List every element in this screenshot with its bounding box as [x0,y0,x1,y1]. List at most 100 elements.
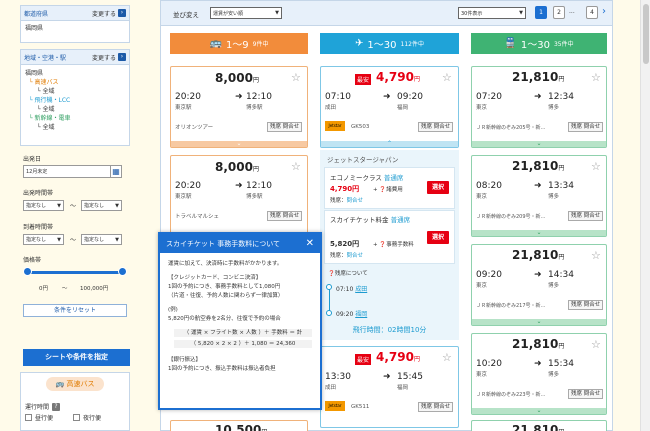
calendar-icon[interactable]: ▦ [110,165,122,178]
price-slider-min-handle[interactable] [23,267,32,276]
sort-value: 運賃が安い順 [213,10,244,17]
star-icon[interactable]: ☆ [591,160,601,173]
sheet-condition-button[interactable]: シートや条件を指定 [23,349,130,366]
seat-inquiry-button[interactable]: 残席 問合せ [418,402,454,412]
train-result-card[interactable]: 21,810円 ☆ 07:20 ➜ 12:34 東京 博多 ＪＲ新幹線のぞみ205… [471,66,607,148]
chevron-down-icon[interactable]: ⌄ [472,408,606,414]
chevron-down-icon: ▼ [519,10,523,16]
seat-inquiry-button[interactable]: 残席 問合せ [568,300,604,310]
arr-time-to-select[interactable]: 指定なし ▼ [81,234,122,245]
star-icon[interactable]: ☆ [291,71,301,84]
seat-link[interactable]: 問合せ [347,198,364,204]
arr-time: 15:34 [548,359,574,369]
dep-time-from-select[interactable]: 指定なし ▼ [23,200,64,211]
chevron-right-icon[interactable]: › [118,53,126,61]
night-checkbox-row[interactable]: 夜行便 [73,413,101,422]
route-change-link[interactable]: 変更する [92,53,116,62]
sort-select[interactable]: 運賃が安い順 ▼ [210,7,282,19]
chevron-down-icon[interactable]: ⌄ [472,230,606,236]
seat-link[interactable]: 問合せ [347,253,364,259]
scrollbar[interactable] [640,0,650,431]
seat-about-link[interactable]: ❓残席について [328,269,368,277]
seat-inquiry-button[interactable]: 残席 問合せ [267,122,303,132]
bus-filter-box: 🚌 高速バス 運行時間? 昼行便 夜行便 [20,372,130,431]
seat-inquiry-button[interactable]: 残席 問合せ [418,122,454,132]
chevron-right-icon[interactable]: › [602,6,606,17]
train-count: 35件中 [553,41,574,48]
star-icon[interactable]: ☆ [442,351,452,364]
price-value: 21,810 [512,423,559,431]
train-result-card[interactable]: 21,810円 [471,420,607,431]
bus-icon: 🚌 [209,38,222,49]
price: 10,500円 [215,423,267,431]
chevron-up-icon[interactable]: ⌃ [321,141,458,147]
day-label: 昼行便 [35,415,54,422]
star-icon[interactable]: ☆ [591,338,601,351]
price-slider-max-handle[interactable] [118,267,127,276]
chevron-down-icon[interactable]: ⌄ [472,319,606,325]
arrow-icon: ➜ [235,181,243,191]
page-4-button[interactable]: 4 [586,6,598,19]
route-item[interactable]: └ 高速バス [25,78,125,87]
prefecture-change-link[interactable]: 変更する [92,9,116,18]
chevron-down-icon[interactable]: ⌄ [171,141,307,147]
chevron-right-icon[interactable]: › [118,9,126,17]
departure-date-input[interactable]: 12月未定 [23,165,121,178]
seat-inquiry-button[interactable]: 残席 問合せ [568,211,604,221]
fare-note[interactable]: + ❓事務手数料 [373,240,414,248]
day-checkbox[interactable] [25,414,32,421]
arr-station: 博多駅 [246,194,263,200]
scrollbar-thumb[interactable] [643,4,649,64]
select-button[interactable]: 選択 [427,181,449,194]
chevron-down-icon[interactable]: ⌄ [472,141,606,147]
star-icon[interactable]: ☆ [591,249,601,262]
close-icon[interactable]: ✕ [306,238,314,249]
train-result-card[interactable]: 21,810円 ☆ 08:20 ➜ 13:34 東京 博多 ＪＲ新幹線のぞみ209… [471,155,607,237]
dep-time-to-select[interactable]: 指定なし ▼ [81,200,122,211]
star-icon[interactable]: ☆ [591,71,601,84]
night-checkbox[interactable] [73,414,80,421]
reset-conditions-button[interactable]: 条件をリセット [23,304,127,317]
fare-class-link[interactable]: 普通席 [391,216,411,224]
bus-result-card[interactable]: 10,500円 [170,420,308,431]
plane-range: 1〜30 [367,40,397,51]
arr-station: 博多 [548,194,560,200]
bus-result-card[interactable]: 8,000円 ☆ 20:20 ➜ 12:10 東京駅 博多駅 オリオンツアー 残… [170,66,308,148]
bus-icon: 🚌 [55,380,65,388]
prefecture-value: 福岡県 [25,25,44,32]
plane-column-header[interactable]: ✈ 1〜30 112件中 [320,33,459,54]
bus-column-header[interactable]: 🚌 1〜9 9件中 [170,33,308,54]
route-item[interactable]: └ 飛行機・LCC [25,96,125,105]
train-result-card[interactable]: 21,810円 ☆ 10:20 ➜ 15:34 東京 博多 ＪＲ新幹線のぞみ223… [471,333,607,415]
star-icon[interactable]: ☆ [291,160,301,173]
fare-class-link[interactable]: 普通席 [384,172,404,182]
day-checkbox-row[interactable]: 昼行便 [25,413,53,422]
train-description: ＪＲ新幹線のぞみ205号・新… [476,125,546,131]
timeline-arr-place[interactable]: 福岡 [355,311,367,318]
per-page-select[interactable]: 30件表示 ▼ [458,7,526,19]
seat-inquiry-button[interactable]: 残席 問合せ [568,389,604,399]
popup-line: （ 運賃 × フライト数 × 人数 ）＋ 手数料 ＝ 計 [174,329,312,337]
train-result-card[interactable]: 21,810円 ☆ 09:20 ➜ 14:34 東京 博多 ＪＲ新幹線のぞみ217… [471,244,607,326]
timeline-dep-place[interactable]: 成田 [355,286,367,293]
page-1-button[interactable]: 1 [535,6,547,19]
plane-result-card[interactable]: 最安 4,790円 ☆ 13:30 ➜ 15:45 成田 福岡 Jetstar … [320,346,459,428]
seat-inquiry-button[interactable]: 残席 問合せ [568,122,604,132]
price-value: 21,810 [512,159,559,173]
page-2-button[interactable]: 2 [553,6,565,19]
bus-result-card[interactable]: 8,000円 ☆ 20:20 ➜ 12:10 東京駅 博多駅 トラベルマルシェ … [170,155,308,237]
train-column-header[interactable]: 🚆 1〜30 35件中 [471,33,607,54]
plane-result-card[interactable]: 最安 4,790円 ☆ 07:10 ➜ 09:20 成田 福岡 Jetstar … [320,66,459,148]
fare-price: 5,820円 [330,240,360,248]
arr-time-label: 到着時間帯 [23,224,54,231]
seat-inquiry-button[interactable]: 残席 問合せ [267,211,303,221]
airline-name: ジェットスタージャパン [327,156,399,164]
star-icon[interactable]: ☆ [442,71,452,84]
price: 4,790円 [376,350,420,364]
arr-time-from-select[interactable]: 指定なし ▼ [23,234,64,245]
select-button[interactable]: 選択 [427,231,449,244]
help-icon[interactable]: ? [52,402,61,411]
route-item[interactable]: └ 新幹線・電車 [25,114,125,123]
price-value: 8,000 [215,160,253,174]
timeline-dot [326,284,332,290]
